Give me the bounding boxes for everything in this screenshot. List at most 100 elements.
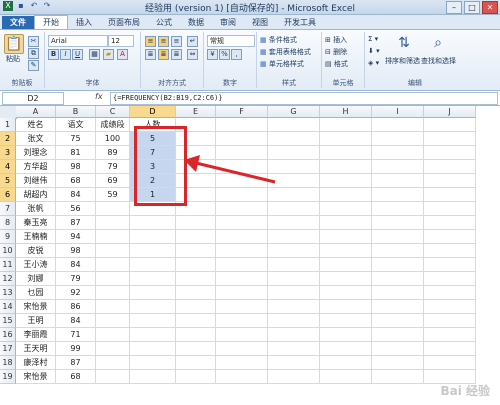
cell-a14[interactable]: 宋怡景 (16, 300, 56, 314)
cell-i4[interactable] (372, 160, 424, 174)
cell-h5[interactable] (320, 174, 372, 188)
cell-g15[interactable] (268, 314, 320, 328)
cell-i16[interactable] (372, 328, 424, 342)
close-button[interactable]: ✕ (482, 1, 498, 14)
cell-g12[interactable] (268, 272, 320, 286)
cell-d18[interactable] (130, 356, 176, 370)
cell-g8[interactable] (268, 216, 320, 230)
cell-c6[interactable]: 59 (96, 188, 130, 202)
cell-f7[interactable] (216, 202, 268, 216)
cell-i19[interactable] (372, 370, 424, 384)
cell-j7[interactable] (424, 202, 476, 216)
cell-h8[interactable] (320, 216, 372, 230)
cell-c14[interactable] (96, 300, 130, 314)
format-cells-button[interactable]: ▤ 格式 (325, 59, 348, 69)
cell-c19[interactable] (96, 370, 130, 384)
wrap-text-icon[interactable]: ↵ (187, 36, 198, 47)
insert-cells-button[interactable]: ⊞ 插入 (325, 35, 347, 45)
cell-g17[interactable] (268, 342, 320, 356)
cell-a5[interactable]: 刘继伟 (16, 174, 56, 188)
cell-g11[interactable] (268, 258, 320, 272)
cell-j10[interactable] (424, 244, 476, 258)
cell-i9[interactable] (372, 230, 424, 244)
cell-g14[interactable] (268, 300, 320, 314)
delete-cells-button[interactable]: ⊟ 删除 (325, 47, 347, 57)
cell-h9[interactable] (320, 230, 372, 244)
cell-c13[interactable] (96, 286, 130, 300)
cell-b10[interactable]: 98 (56, 244, 96, 258)
cell-h15[interactable] (320, 314, 372, 328)
cell-b1[interactable]: 语文 (56, 118, 96, 132)
column-header-j[interactable]: J (424, 106, 476, 118)
cell-a19[interactable]: 宋怡景 (16, 370, 56, 384)
cell-j11[interactable] (424, 258, 476, 272)
cell-b3[interactable]: 81 (56, 146, 96, 160)
row-header-18[interactable]: 18 (0, 356, 16, 370)
cell-b19[interactable]: 68 (56, 370, 96, 384)
tab-file[interactable]: 文件 (2, 16, 34, 29)
autosum-icon[interactable]: Σ ▾ (368, 35, 378, 43)
clear-icon[interactable]: ◈ ▾ (368, 59, 379, 67)
cell-a15[interactable]: 王明 (16, 314, 56, 328)
cell-g19[interactable] (268, 370, 320, 384)
cell-h1[interactable] (320, 118, 372, 132)
row-header-17[interactable]: 17 (0, 342, 16, 356)
cell-h3[interactable] (320, 146, 372, 160)
cell-c4[interactable]: 79 (96, 160, 130, 174)
cell-h14[interactable] (320, 300, 372, 314)
row-header-12[interactable]: 12 (0, 272, 16, 286)
comma-icon[interactable]: , (231, 49, 242, 60)
row-header-3[interactable]: 3 (0, 146, 16, 160)
cell-h4[interactable] (320, 160, 372, 174)
cell-a1[interactable]: 姓名 (16, 118, 56, 132)
cell-e12[interactable] (176, 272, 216, 286)
paste-icon[interactable]: 📋 (4, 34, 24, 54)
cell-f18[interactable] (216, 356, 268, 370)
cell-c9[interactable] (96, 230, 130, 244)
cell-g7[interactable] (268, 202, 320, 216)
italic-button[interactable]: I (60, 49, 71, 60)
merge-icon[interactable]: ⇔ (187, 49, 198, 60)
cell-i3[interactable] (372, 146, 424, 160)
cell-d9[interactable] (130, 230, 176, 244)
sort-filter-button[interactable]: 排序和筛选 (385, 56, 420, 66)
cell-j18[interactable] (424, 356, 476, 370)
cell-f15[interactable] (216, 314, 268, 328)
column-header-a[interactable]: A (16, 106, 56, 118)
cell-b15[interactable]: 84 (56, 314, 96, 328)
cell-b13[interactable]: 92 (56, 286, 96, 300)
row-header-7[interactable]: 7 (0, 202, 16, 216)
bold-button[interactable]: B (48, 49, 59, 60)
cell-b11[interactable]: 84 (56, 258, 96, 272)
cell-e16[interactable] (176, 328, 216, 342)
currency-icon[interactable]: ¥ (207, 49, 218, 60)
cell-g16[interactable] (268, 328, 320, 342)
cell-d12[interactable] (130, 272, 176, 286)
cell-a7[interactable]: 张帆 (16, 202, 56, 216)
tab-developer[interactable]: 开发工具 (276, 16, 324, 29)
tab-page-layout[interactable]: 页面布局 (100, 16, 148, 29)
cell-f6[interactable] (216, 188, 268, 202)
cell-g10[interactable] (268, 244, 320, 258)
column-header-i[interactable]: I (372, 106, 424, 118)
cell-i15[interactable] (372, 314, 424, 328)
border-icon[interactable]: ▦ (89, 49, 100, 60)
cell-h7[interactable] (320, 202, 372, 216)
cell-f9[interactable] (216, 230, 268, 244)
cell-i10[interactable] (372, 244, 424, 258)
cell-b8[interactable]: 87 (56, 216, 96, 230)
row-header-9[interactable]: 9 (0, 230, 16, 244)
cell-h19[interactable] (320, 370, 372, 384)
row-header-13[interactable]: 13 (0, 286, 16, 300)
cell-j3[interactable] (424, 146, 476, 160)
cell-f14[interactable] (216, 300, 268, 314)
cell-a9[interactable]: 王楠楠 (16, 230, 56, 244)
maximize-button[interactable]: □ (464, 1, 480, 14)
cell-h18[interactable] (320, 356, 372, 370)
cell-i17[interactable] (372, 342, 424, 356)
cell-j9[interactable] (424, 230, 476, 244)
cell-f10[interactable] (216, 244, 268, 258)
cell-i1[interactable] (372, 118, 424, 132)
cell-h17[interactable] (320, 342, 372, 356)
cell-a4[interactable]: 方华超 (16, 160, 56, 174)
